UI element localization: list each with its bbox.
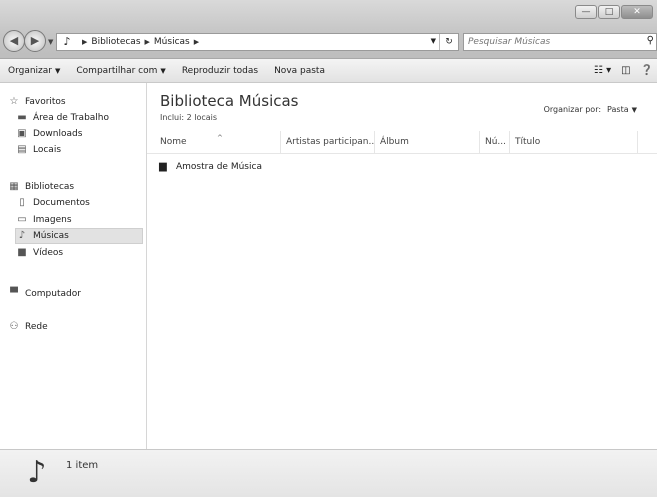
content-pane: Biblioteca Músicas Inclui: 2 locais Orga… <box>147 83 657 449</box>
maximize-button[interactable]: □ <box>598 5 620 19</box>
nav-videos[interactable]: ■ Vídeos <box>16 245 63 261</box>
nav-downloads[interactable]: ▣ Downloads <box>16 126 82 142</box>
window-controls: — □ ✕ <box>575 5 653 19</box>
document-icon: ▯ <box>19 197 25 208</box>
downloads-icon: ▣ <box>17 128 27 139</box>
breadcrumb-libraries[interactable]: Bibliotecas <box>91 37 140 47</box>
nav-computer[interactable]: ▀ Computador <box>8 286 81 302</box>
back-arrow-icon: ◀ <box>9 34 19 47</box>
column-artists[interactable]: Artistas participan... <box>281 131 375 153</box>
image-icon: ▭ <box>17 214 27 225</box>
music-library-icon: ♪ <box>27 455 47 490</box>
new-folder-button[interactable]: Nova pasta <box>266 66 333 76</box>
desktop-icon: ▬ <box>17 112 27 123</box>
address-bar[interactable]: ♪ ▶ Bibliotecas ▶ Músicas ▶ ▼ ↻ <box>56 33 459 51</box>
title-bar: — □ ✕ ◀ ▶ ▼ ♪ ▶ Bibliotecas ▶ Músicas ▶ … <box>0 0 657 59</box>
chevron-down-icon: ▼ <box>55 66 61 75</box>
search-input[interactable] <box>468 35 638 49</box>
folder-icon: ▆ <box>159 161 167 172</box>
refresh-icon: ↻ <box>445 37 453 47</box>
command-bar: Organizar ▼ Compartilhar com ▼ Reproduzir … <box>0 59 657 83</box>
places-icon: ▤ <box>17 144 27 155</box>
column-title[interactable]: Título <box>510 131 638 153</box>
minimize-button[interactable]: — <box>575 5 597 19</box>
share-menu[interactable]: Compartilhar com ▼ <box>68 66 173 76</box>
nav-libraries[interactable]: ▦ Bibliotecas <box>8 179 74 195</box>
organize-menu[interactable]: Organizar ▼ <box>0 66 68 76</box>
forward-button[interactable]: ▶ <box>24 30 46 52</box>
address-dropdown-icon[interactable]: ▼ <box>431 37 436 45</box>
list-item[interactable]: ▆ Amostra de Música <box>159 159 262 175</box>
arrange-by-label: Organizar por: <box>543 105 602 114</box>
nav-network[interactable]: ⚇ Rede <box>8 319 48 335</box>
library-subtitle[interactable]: Inclui: 2 locais <box>160 113 217 122</box>
help-icon[interactable]: ❓ <box>641 65 653 76</box>
back-button[interactable]: ◀ <box>3 30 25 52</box>
column-headers: Nome ^ Artistas participan... Álbum Nú...… <box>147 131 657 154</box>
chevron-right-icon[interactable]: ▶ <box>194 38 199 46</box>
close-button[interactable]: ✕ <box>621 5 653 19</box>
play-all-button[interactable]: Reproduzir todas <box>174 66 266 76</box>
refresh-button[interactable]: ↻ <box>439 34 458 50</box>
navigation-pane: ☆ Favoritos ▬ Área de Trabalho ▣ Downloads … <box>0 83 147 449</box>
music-note-icon: ♪ <box>18 230 26 241</box>
sort-up-icon: ^ <box>217 134 223 142</box>
computer-icon: ▀ <box>10 288 18 299</box>
video-icon: ■ <box>17 247 27 258</box>
nav-places[interactable]: ▤ Locais <box>16 142 61 158</box>
library-title: Biblioteca Músicas <box>160 92 299 110</box>
music-note-icon: ♪ <box>63 35 71 48</box>
recent-pages-dropdown[interactable]: ▼ <box>48 38 53 46</box>
forward-arrow-icon: ▶ <box>30 34 40 47</box>
view-options-icon[interactable]: ☷ ▾ <box>594 65 611 76</box>
file-name: Amostra de Música <box>176 162 262 172</box>
details-pane: ♪ 1 item <box>0 449 657 497</box>
network-icon: ⚇ <box>9 321 19 332</box>
item-count: 1 item <box>66 460 99 471</box>
chevron-down-icon: ▼ <box>160 66 166 75</box>
column-number[interactable]: Nú... <box>480 131 510 153</box>
chevron-right-icon[interactable]: ▶ <box>145 38 150 46</box>
nav-music[interactable]: ♪ Músicas <box>15 228 143 244</box>
nav-images[interactable]: ▭ Imagens <box>16 212 71 228</box>
nav-desktop[interactable]: ▬ Área de Trabalho <box>16 110 109 126</box>
star-icon: ☆ <box>9 96 19 107</box>
arrange-by-dropdown[interactable]: Pasta ▼ <box>607 105 637 114</box>
nav-documents[interactable]: ▯ Documentos <box>16 195 90 211</box>
breadcrumb-music[interactable]: Músicas <box>154 37 190 47</box>
arrange-by: Organizar por: Pasta ▼ <box>544 105 637 114</box>
search-icon[interactable]: ⚲ <box>647 35 654 46</box>
column-name[interactable]: Nome ^ <box>155 131 281 153</box>
preview-pane-icon[interactable]: ◫ <box>621 65 630 76</box>
libraries-icon: ▦ <box>9 181 19 192</box>
explorer-window: — □ ✕ ◀ ▶ ▼ ♪ ▶ Bibliotecas ▶ Músicas ▶ … <box>0 0 657 497</box>
chevron-right-icon[interactable]: ▶ <box>82 38 87 46</box>
nav-favorites[interactable]: ☆ Favoritos <box>8 94 66 110</box>
view-controls: ☷ ▾ ◫ ❓ <box>594 59 657 82</box>
column-album[interactable]: Álbum <box>375 131 480 153</box>
search-box[interactable]: ⚲ <box>463 33 657 51</box>
chevron-down-icon: ▼ <box>631 106 637 114</box>
